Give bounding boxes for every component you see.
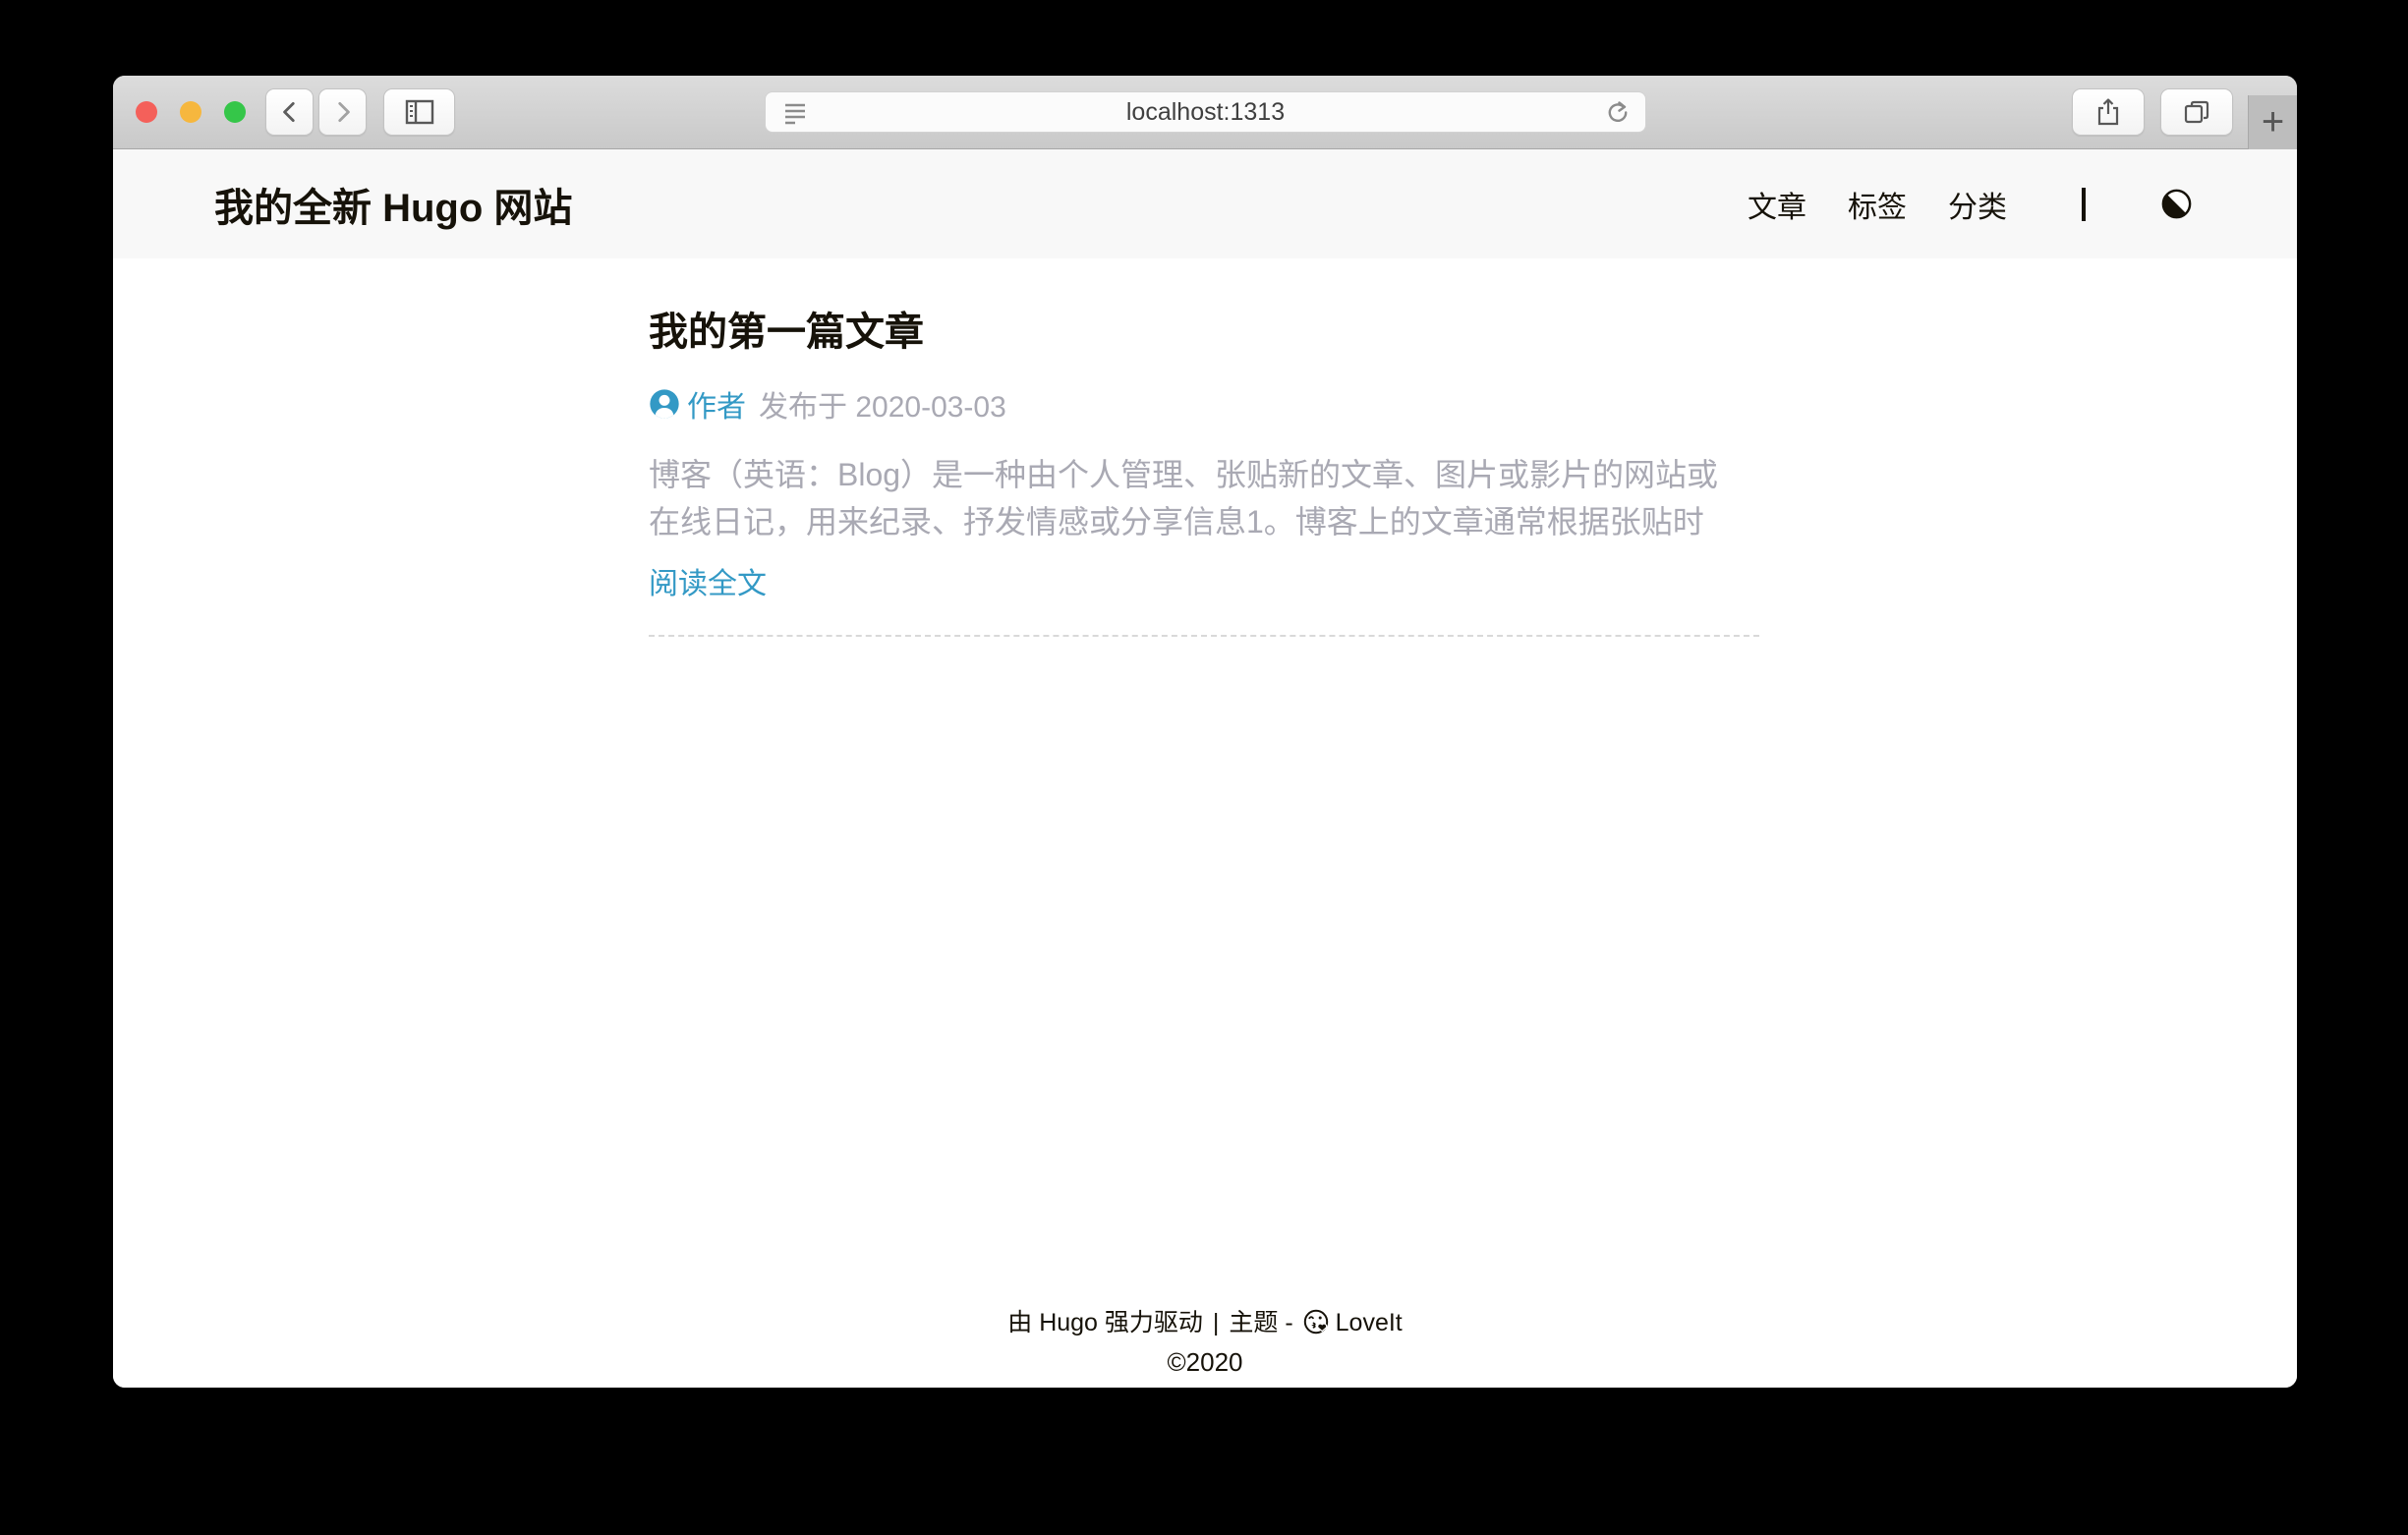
window-controls [136,101,246,123]
nav-separator [2082,188,2086,221]
address-bar[interactable]: localhost:1313 [765,91,1646,133]
share-icon [2094,97,2122,127]
chevron-right-icon [330,99,356,125]
new-tab-button[interactable]: + [2248,95,2297,149]
copyright: ©2020 [113,1342,2297,1382]
summary-line: 博客（英语：Blog）是一种由个人管理、张贴新的文章、图片或影片的网站或 [649,451,1759,498]
forward-button[interactable] [318,88,367,136]
site-title[interactable]: 我的全新 Hugo 网站 [214,176,572,233]
post-meta: 作者 发布于 2020-03-03 [649,382,1759,426]
sidebar-icon [404,98,435,126]
summary-line: 在线日记，用来纪录、抒发情感或分享信息1。博客上的文章通常根据张贴时 [649,498,1759,545]
footer-powered-line: 由 Hugo 强力驱动 | 主题 - LoveIt [113,1303,2297,1342]
reader-view-icon[interactable] [781,100,809,126]
post-divider [649,635,1759,637]
theme-link[interactable]: LoveIt [1336,1309,1403,1336]
close-window-button[interactable] [136,101,157,123]
post-summary: 博客（英语：Blog）是一种由个人管理、张贴新的文章、图片或影片的网站或 在线日… [649,451,1759,545]
theme-toggle-icon[interactable] [2160,188,2193,220]
minimize-window-button[interactable] [180,101,201,123]
tab-overview-button[interactable] [2160,88,2233,136]
browser-window: localhost:1313 [113,76,2297,1388]
back-button[interactable] [265,88,314,136]
nav-item-tags[interactable]: 标签 [1848,183,1907,226]
sidebar-toggle-button[interactable] [383,88,455,136]
site-header: 我的全新 Hugo 网站 文章 标签 分类 [113,149,2297,258]
post-title[interactable]: 我的第一篇文章 [649,313,1759,352]
publish-date: 发布于 2020-03-03 [759,382,1006,426]
nav-item-posts[interactable]: 文章 [1748,183,1806,226]
main-nav: 文章 标签 分类 [1748,183,2193,226]
footer-separator: | [1213,1309,1220,1336]
author-link[interactable]: 作者 [687,382,746,426]
nav-item-categories[interactable]: 分类 [1948,183,2007,226]
page-content: 我的第一篇文章 作者 发布于 2020-03-03 [113,258,2297,1388]
post-summary-card: 我的第一篇文章 作者 发布于 2020-03-03 [649,313,1759,637]
url-text[interactable]: localhost:1313 [1126,98,1285,127]
read-more-link[interactable]: 阅读全文 [649,559,767,602]
theme-label: 主题 - [1229,1309,1299,1336]
author-avatar-icon [649,388,680,420]
share-button[interactable] [2072,88,2145,136]
browser-toolbar: localhost:1313 [113,76,2297,149]
chevron-left-icon [277,99,303,125]
kiss-wink-heart-icon [1302,1308,1330,1336]
refresh-icon[interactable] [1604,99,1632,127]
site-footer: 由 Hugo 强力驱动 | 主题 - LoveIt ©2020 [113,1303,2297,1382]
powered-by-text: 由 Hugo 强力驱动 [1007,1309,1203,1336]
plus-icon: + [2262,100,2284,144]
zoom-window-button[interactable] [224,101,246,123]
tab-overview-icon [2182,98,2211,126]
